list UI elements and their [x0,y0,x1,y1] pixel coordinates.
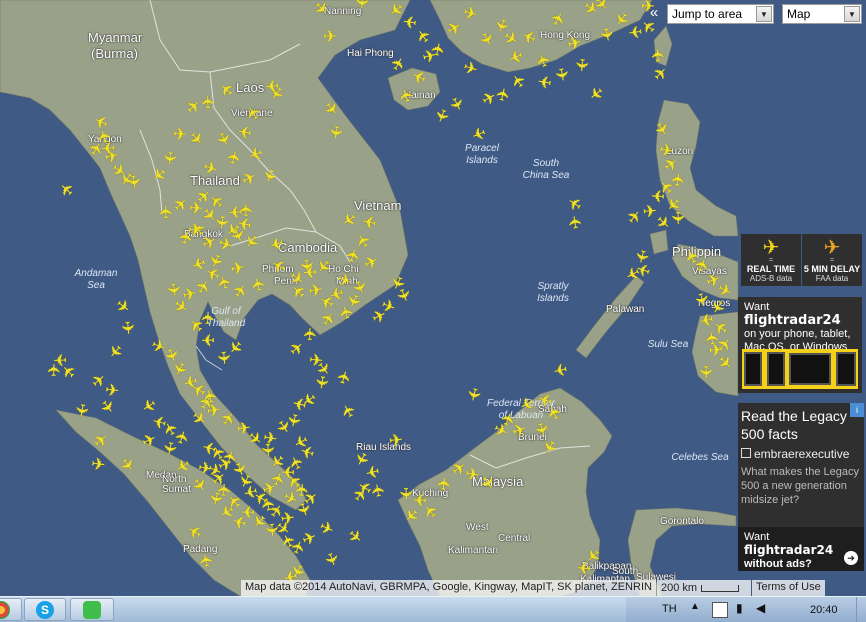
system-tray: TH ▲ ▮ ◀ 20:40 [626,597,866,622]
airplane-icon[interactable]: ✈ [695,363,715,381]
delay-title: 5 MIN DELAY [803,264,861,274]
arrow-right-icon[interactable]: ➔ [844,551,858,565]
scale-label: 200 km [660,582,698,594]
airplane-icon[interactable]: ✈ [45,361,66,380]
airplane-icon[interactable]: ✈ [70,400,92,421]
airplane-icon[interactable]: ✈ [359,209,380,233]
fr24-noads-ad[interactable]: Want flightradar24 without ads? ➔ [738,527,864,571]
airplane-icon[interactable]: ✈ [350,0,372,12]
airplane-icon[interactable]: ✈ [162,280,184,300]
jump-to-area-label: Jump to area [672,7,743,21]
airplane-icon[interactable]: ✈ [655,140,676,162]
airplane-icon[interactable]: ✈ [386,430,406,452]
airplane-icon[interactable]: ✈ [199,309,220,328]
airplane-icon[interactable]: ✈ [185,221,204,242]
airplane-icon[interactable]: ✈ [157,437,180,458]
scale-ruler-icon [701,584,740,592]
flightradar24-logo: flightradar24 [744,543,834,557]
realtime-subtitle: ADS-B data [749,274,793,283]
airplane-icon[interactable]: ✈ [237,201,257,219]
airplane-icon[interactable]: ✈ [549,357,571,381]
skype-icon: S [36,601,54,619]
taskbar-chrome-button[interactable] [0,598,22,621]
airplane-icon[interactable]: ✈ [324,122,346,142]
network-icon[interactable]: ▮ [736,601,743,615]
airplane-icon[interactable]: ✈ [116,318,137,338]
browser-icon [0,601,10,619]
airplane-icon[interactable]: ✈ [649,46,670,65]
jump-to-area-select[interactable]: Jump to area ▼ [667,4,774,24]
map-type-select[interactable]: Map ▼ [782,4,862,24]
airplane-icon[interactable]: ✈ [88,454,108,476]
airplane-icon[interactable]: ✈ [574,556,593,578]
apps-want: Want [744,301,770,313]
phone-icon [744,352,763,386]
map-type-label: Map [787,7,811,21]
airplane-icon[interactable]: ✈ [281,409,305,431]
airplane-icon[interactable]: ✈ [434,474,456,494]
devices-image [742,349,858,389]
show-desktop-button[interactable] [856,597,866,622]
airplane-icon[interactable]: ✈ [228,258,249,281]
chat-icon [83,601,101,619]
tablet-icon [789,353,832,385]
airplane-icon[interactable]: ✈ [570,55,591,75]
airplane-icon[interactable]: ✈ [368,480,391,501]
ad-advertiser[interactable]: embraerexecutive [754,447,849,461]
collapse-panel-icon[interactable]: « [646,5,662,21]
airplane-icon[interactable]: ✈ [196,549,218,570]
airplane-icon[interactable]: ✈ [98,136,118,157]
noads-want: Want [744,531,770,543]
adchoices-icon[interactable]: i [850,403,864,417]
embraer-ad[interactable]: i Read the Legacy 500 facts embraerexecu… [738,403,864,527]
airplane-icon[interactable]: ✈ [550,65,572,86]
realtime-promo-button[interactable]: ✈ = REAL TIME ADS-B data [741,234,801,286]
clock-time[interactable]: 20:40 [810,604,838,616]
chevron-down-icon[interactable]: ▼ [844,6,860,22]
delay-subtitle: FAA data [815,274,849,283]
language-indicator[interactable]: TH [662,603,677,615]
flightradar24-logo: flightradar24 [744,313,841,328]
land-palawan [575,275,645,359]
volume-icon[interactable]: ◀ [756,601,765,615]
window-icon[interactable] [712,602,728,618]
map-data-credit: Map data ©2014 AutoNavi, GBRMPA, Google,… [241,580,656,596]
airplane-icon[interactable]: ✈ [262,74,282,95]
taskbar-line-button[interactable] [70,598,114,621]
map-attribution-bar: Map data ©2014 AutoNavi, GBRMPA, Google,… [241,580,826,596]
noads-line2: without ads? [744,558,812,570]
windows-taskbar: S TH ▲ ▮ ◀ 20:40 [0,596,866,622]
chevron-down-icon[interactable]: ▼ [756,6,772,22]
airplane-icon[interactable]: ✈ [400,10,420,32]
ad-headline-2[interactable]: 500 facts [741,425,861,443]
airplane-icon[interactable]: ✈ [565,212,588,233]
delay-promo-button[interactable]: ✈ = 5 MIN DELAY FAA data [802,234,862,286]
airplane-icon[interactable]: ✈ [594,24,617,45]
terms-of-use-link[interactable]: Terms of Use [751,580,825,596]
scale-bar[interactable]: 200 km [656,580,751,596]
flight-map[interactable]: Myanmar (Burma) Laos Thailand Vietnam Cambodi… [0,0,866,596]
ad-description: What makes the Legacy 500 a new generati… [741,466,860,506]
chevron-up-icon[interactable]: ▲ [690,601,700,612]
airplane-icon[interactable]: ✈ [321,29,339,47]
airplane-icon[interactable]: ✈ [301,261,320,282]
airplane-icon: ✈ [823,235,841,259]
apps-line1: on your phone, tablet, [744,328,851,340]
taskbar-skype-button[interactable]: S [24,598,66,621]
airplane-icon: ✈ [762,235,780,259]
fr24-apps-ad[interactable]: Want flightradar24 on your phone, tablet… [738,297,862,393]
airplane-icon[interactable]: ✈ [301,325,321,343]
realtime-title: REAL TIME [746,264,796,274]
phone-icon [835,352,856,386]
ad-headline-1[interactable]: Read the Legacy [741,407,861,425]
phone-icon [766,352,785,386]
info-icon [741,448,751,458]
